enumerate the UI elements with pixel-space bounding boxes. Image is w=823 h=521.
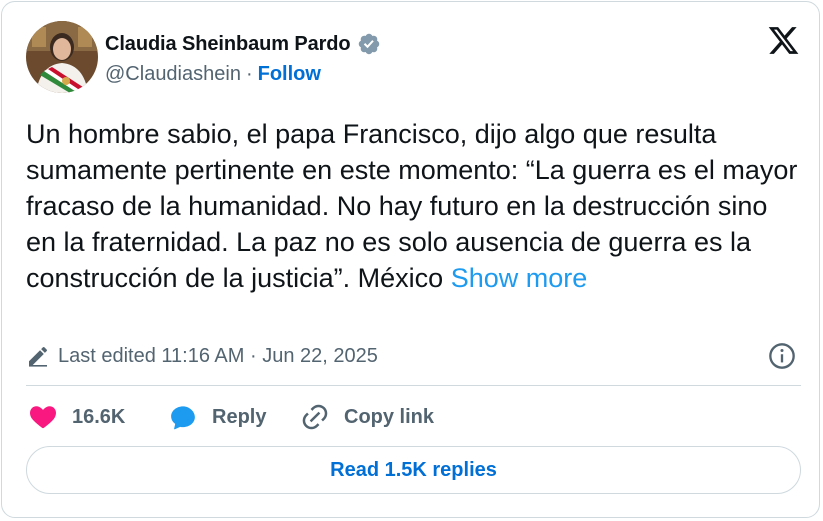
info-icon[interactable] (768, 342, 796, 370)
tweet-text: Un hombre sabio, el papa Francisco, dijo… (26, 116, 801, 296)
author-name[interactable]: Claudia Sheinbaum Pardo (105, 33, 351, 56)
copy-link-button[interactable]: Copy link (300, 400, 434, 434)
tweet-card: Claudia Sheinbaum Pardo @Claudiashein · … (1, 1, 820, 518)
separator-dot: · (245, 63, 253, 85)
read-replies-label: Read 1.5K replies (330, 458, 497, 481)
avatar[interactable] (26, 21, 98, 93)
read-replies-button[interactable]: Read 1.5K replies (26, 446, 801, 494)
reply-label: Reply (212, 405, 267, 428)
heart-icon (30, 406, 56, 429)
show-more-link[interactable]: Show more (451, 263, 588, 293)
like-button[interactable]: 16.6K (28, 400, 125, 434)
avatar-image (26, 21, 98, 93)
copy-link-label: Copy link (344, 405, 435, 428)
speech-bubble-icon (171, 406, 195, 430)
author-handle[interactable]: @Claudiashein (105, 63, 241, 86)
follow-button[interactable]: Follow (258, 63, 321, 86)
tweet-body: Un hombre sabio, el papa Francisco, dijo… (26, 119, 798, 293)
x-logo-icon[interactable] (766, 24, 801, 57)
author-handle-row: @Claudiashein · Follow (105, 63, 321, 86)
reply-button[interactable]: Reply (168, 400, 266, 434)
pencil-icon (29, 346, 48, 367)
link-icon (302, 404, 328, 430)
verified-badge-icon (358, 33, 379, 55)
edited-timestamp[interactable]: Last edited 11:16 AM · Jun 22, 2025 (58, 345, 378, 368)
like-count: 16.6K (72, 405, 126, 428)
author-name-row: Claudia Sheinbaum Pardo (105, 30, 381, 58)
edited-row: Last edited 11:16 AM · Jun 22, 2025 (26, 342, 378, 370)
divider (26, 385, 801, 386)
